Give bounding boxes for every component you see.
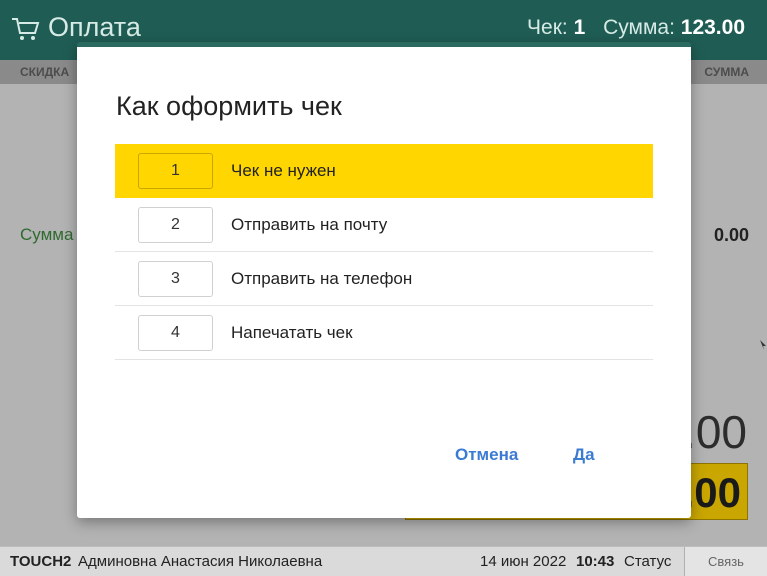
mouse-cursor-icon <box>760 340 766 350</box>
total-amount: .00 <box>683 406 747 458</box>
check-summary: Чек: 1 Сумма: 123.00 <box>527 16 745 40</box>
summary-label: Сумма <box>20 225 74 244</box>
check-number: 1 <box>573 16 586 39</box>
page-title: Оплата <box>48 12 141 42</box>
option-send-email[interactable]: 2 Отправить на почту <box>115 198 653 252</box>
option-label: Отправить на почту <box>231 215 388 234</box>
option-label: Чек не нужен <box>231 161 336 180</box>
summary-value: 0.00 <box>713 225 749 245</box>
option-key: 4 <box>138 315 213 351</box>
cancel-button[interactable]: Отмена <box>455 445 518 465</box>
check-label: Чек: <box>527 16 568 39</box>
option-no-receipt[interactable]: 1 Чек не нужен <box>115 144 653 198</box>
ok-button[interactable]: Да <box>573 445 595 465</box>
device-name: TOUCH2 <box>10 553 72 570</box>
sum-value: 123.00 <box>680 16 745 39</box>
option-label: Отправить на телефон <box>231 269 413 288</box>
shopping-cart-icon <box>12 18 40 40</box>
receipt-options: 1 Чек не нужен 2 Отправить на почту 3 От… <box>115 144 653 360</box>
sum-header: СУММА <box>704 65 749 79</box>
option-key: 2 <box>138 207 213 243</box>
current-date: 14 июн 2022 <box>480 553 567 570</box>
connection-button[interactable]: Связь <box>684 547 767 576</box>
status-button[interactable]: Статус <box>624 553 671 570</box>
cashier-name: Админовна Анастасия Николаевна <box>78 553 323 570</box>
option-label: Напечатать чек <box>231 323 353 342</box>
option-key: 1 <box>138 153 213 189</box>
option-print-receipt[interactable]: 4 Напечатать чек <box>115 306 653 360</box>
status-bar: TOUCH2 Админовна Анастасия Николаевна 14… <box>0 546 767 576</box>
discount-header: СКИДКА <box>20 65 70 79</box>
option-send-phone[interactable]: 3 Отправить на телефон <box>115 252 653 306</box>
current-time: 10:43 <box>576 553 615 570</box>
sum-label: Сумма: <box>603 16 675 39</box>
receipt-dialog: Как оформить чек 1 Чек не нужен 2 Отправ… <box>77 42 691 518</box>
dialog-title: Как оформить чек <box>116 91 342 121</box>
option-key: 3 <box>138 261 213 297</box>
pay-amount: .00 <box>682 469 741 516</box>
